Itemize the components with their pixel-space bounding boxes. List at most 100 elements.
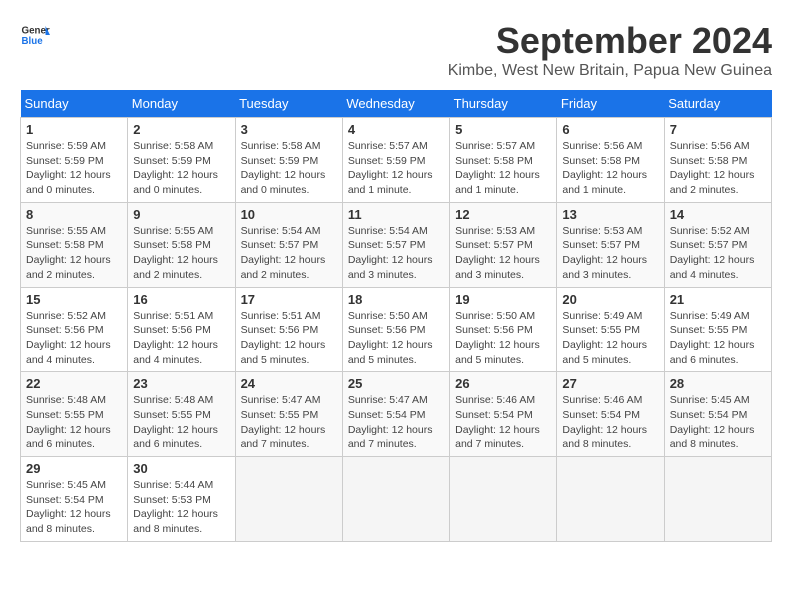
week-row-4: 22 Sunrise: 5:48 AMSunset: 5:55 PMDayligh… [21, 372, 772, 457]
calendar-cell [235, 457, 342, 542]
logo-icon: General Blue [20, 20, 50, 50]
day-info: Sunrise: 5:49 AMSunset: 5:55 PMDaylight:… [562, 309, 658, 368]
day-number: 21 [670, 292, 766, 307]
day-info: Sunrise: 5:51 AMSunset: 5:56 PMDaylight:… [241, 309, 337, 368]
day-info: Sunrise: 5:53 AMSunset: 5:57 PMDaylight:… [562, 224, 658, 283]
day-number: 10 [241, 207, 337, 222]
calendar-cell: 22 Sunrise: 5:48 AMSunset: 5:55 PMDayligh… [21, 372, 128, 457]
day-info: Sunrise: 5:52 AMSunset: 5:57 PMDaylight:… [670, 224, 766, 283]
calendar-table: SundayMondayTuesdayWednesdayThursdayFrid… [20, 90, 772, 542]
day-number: 27 [562, 376, 658, 391]
day-number: 26 [455, 376, 551, 391]
day-number: 6 [562, 122, 658, 137]
calendar-cell: 8 Sunrise: 5:55 AMSunset: 5:58 PMDaylight… [21, 202, 128, 287]
calendar-cell: 11 Sunrise: 5:54 AMSunset: 5:57 PMDayligh… [342, 202, 449, 287]
day-info: Sunrise: 5:54 AMSunset: 5:57 PMDaylight:… [241, 224, 337, 283]
logo: General Blue [20, 20, 50, 50]
day-number: 29 [26, 461, 122, 476]
weekday-header-friday: Friday [557, 90, 664, 118]
calendar-cell: 28Sunrise: 5:45 AMSunset: 5:54 PMDayligh… [664, 372, 771, 457]
calendar-cell: 9 Sunrise: 5:55 AMSunset: 5:58 PMDaylight… [128, 202, 235, 287]
day-number: 20 [562, 292, 658, 307]
calendar-cell: 25Sunrise: 5:47 AMSunset: 5:54 PMDayligh… [342, 372, 449, 457]
calendar-cell: 4Sunrise: 5:57 AMSunset: 5:59 PMDaylight… [342, 118, 449, 203]
calendar-cell: 15 Sunrise: 5:52 AMSunset: 5:56 PMDayligh… [21, 287, 128, 372]
day-info: Sunrise: 5:53 AMSunset: 5:57 PMDaylight:… [455, 224, 551, 283]
calendar-cell: 18Sunrise: 5:50 AMSunset: 5:56 PMDayligh… [342, 287, 449, 372]
day-info: Sunrise: 5:49 AMSunset: 5:55 PMDaylight:… [670, 309, 766, 368]
day-info: Sunrise: 5:56 AMSunset: 5:58 PMDaylight:… [562, 139, 658, 198]
day-info: Sunrise: 5:46 AMSunset: 5:54 PMDaylight:… [455, 393, 551, 452]
day-number: 5 [455, 122, 551, 137]
day-number: 8 [26, 207, 122, 222]
calendar-body: 1 Sunrise: 5:59 AMSunset: 5:59 PMDaylight… [21, 118, 772, 542]
calendar-cell: 14 Sunrise: 5:52 AMSunset: 5:57 PMDayligh… [664, 202, 771, 287]
week-row-3: 15 Sunrise: 5:52 AMSunset: 5:56 PMDayligh… [21, 287, 772, 372]
calendar-cell: 26 Sunrise: 5:46 AMSunset: 5:54 PMDayligh… [450, 372, 557, 457]
calendar-cell: 30 Sunrise: 5:44 AMSunset: 5:53 PMDayligh… [128, 457, 235, 542]
weekday-header-thursday: Thursday [450, 90, 557, 118]
week-row-1: 1 Sunrise: 5:59 AMSunset: 5:59 PMDaylight… [21, 118, 772, 203]
calendar-cell: 1 Sunrise: 5:59 AMSunset: 5:59 PMDaylight… [21, 118, 128, 203]
weekday-header-wednesday: Wednesday [342, 90, 449, 118]
day-info: Sunrise: 5:45 AMSunset: 5:54 PMDaylight:… [670, 393, 766, 452]
day-info: Sunrise: 5:48 AMSunset: 5:55 PMDaylight:… [26, 393, 122, 452]
day-info: Sunrise: 5:47 AMSunset: 5:55 PMDaylight:… [241, 393, 337, 452]
day-info: Sunrise: 5:55 AMSunset: 5:58 PMDaylight:… [26, 224, 122, 283]
calendar-cell [664, 457, 771, 542]
day-number: 7 [670, 122, 766, 137]
day-info: Sunrise: 5:57 AMSunset: 5:58 PMDaylight:… [455, 139, 551, 198]
day-number: 13 [562, 207, 658, 222]
calendar-cell: 21 Sunrise: 5:49 AMSunset: 5:55 PMDayligh… [664, 287, 771, 372]
svg-text:Blue: Blue [22, 36, 44, 47]
day-number: 19 [455, 292, 551, 307]
day-info: Sunrise: 5:55 AMSunset: 5:58 PMDaylight:… [133, 224, 229, 283]
calendar-cell: 3Sunrise: 5:58 AMSunset: 5:59 PMDaylight… [235, 118, 342, 203]
day-info: Sunrise: 5:45 AMSunset: 5:54 PMDaylight:… [26, 478, 122, 537]
page-header: General Blue September 2024 Kimbe, West … [20, 20, 772, 80]
weekday-header-row: SundayMondayTuesdayWednesdayThursdayFrid… [21, 90, 772, 118]
day-number: 18 [348, 292, 444, 307]
calendar-cell: 17Sunrise: 5:51 AMSunset: 5:56 PMDayligh… [235, 287, 342, 372]
day-number: 24 [241, 376, 337, 391]
calendar-cell: 20 Sunrise: 5:49 AMSunset: 5:55 PMDayligh… [557, 287, 664, 372]
day-number: 14 [670, 207, 766, 222]
calendar-cell: 5 Sunrise: 5:57 AMSunset: 5:58 PMDaylight… [450, 118, 557, 203]
calendar-cell: 2 Sunrise: 5:58 AMSunset: 5:59 PMDaylight… [128, 118, 235, 203]
day-number: 30 [133, 461, 229, 476]
day-number: 16 [133, 292, 229, 307]
weekday-header-monday: Monday [128, 90, 235, 118]
calendar-cell: 19Sunrise: 5:50 AMSunset: 5:56 PMDayligh… [450, 287, 557, 372]
week-row-5: 29 Sunrise: 5:45 AMSunset: 5:54 PMDayligh… [21, 457, 772, 542]
day-info: Sunrise: 5:46 AMSunset: 5:54 PMDaylight:… [562, 393, 658, 452]
day-number: 23 [133, 376, 229, 391]
day-number: 11 [348, 207, 444, 222]
calendar-cell [557, 457, 664, 542]
day-number: 9 [133, 207, 229, 222]
week-row-2: 8 Sunrise: 5:55 AMSunset: 5:58 PMDaylight… [21, 202, 772, 287]
day-info: Sunrise: 5:58 AMSunset: 5:59 PMDaylight:… [241, 139, 337, 198]
weekday-header-tuesday: Tuesday [235, 90, 342, 118]
location-title: Kimbe, West New Britain, Papua New Guine… [448, 62, 772, 80]
day-info: Sunrise: 5:57 AMSunset: 5:59 PMDaylight:… [348, 139, 444, 198]
calendar-cell: 12Sunrise: 5:53 AMSunset: 5:57 PMDayligh… [450, 202, 557, 287]
calendar-cell: 7 Sunrise: 5:56 AMSunset: 5:58 PMDaylight… [664, 118, 771, 203]
day-number: 2 [133, 122, 229, 137]
calendar-cell [342, 457, 449, 542]
day-info: Sunrise: 5:58 AMSunset: 5:59 PMDaylight:… [133, 139, 229, 198]
day-info: Sunrise: 5:44 AMSunset: 5:53 PMDaylight:… [133, 478, 229, 537]
day-info: Sunrise: 5:52 AMSunset: 5:56 PMDaylight:… [26, 309, 122, 368]
day-number: 15 [26, 292, 122, 307]
day-number: 25 [348, 376, 444, 391]
day-info: Sunrise: 5:56 AMSunset: 5:58 PMDaylight:… [670, 139, 766, 198]
calendar-cell: 13 Sunrise: 5:53 AMSunset: 5:57 PMDayligh… [557, 202, 664, 287]
day-number: 1 [26, 122, 122, 137]
day-info: Sunrise: 5:54 AMSunset: 5:57 PMDaylight:… [348, 224, 444, 283]
calendar-cell: 10 Sunrise: 5:54 AMSunset: 5:57 PMDayligh… [235, 202, 342, 287]
calendar-cell: 24 Sunrise: 5:47 AMSunset: 5:55 PMDayligh… [235, 372, 342, 457]
weekday-header-sunday: Sunday [21, 90, 128, 118]
calendar-cell: 16Sunrise: 5:51 AMSunset: 5:56 PMDayligh… [128, 287, 235, 372]
day-number: 22 [26, 376, 122, 391]
day-info: Sunrise: 5:59 AMSunset: 5:59 PMDaylight:… [26, 139, 122, 198]
title-block: September 2024 Kimbe, West New Britain, … [448, 20, 772, 80]
